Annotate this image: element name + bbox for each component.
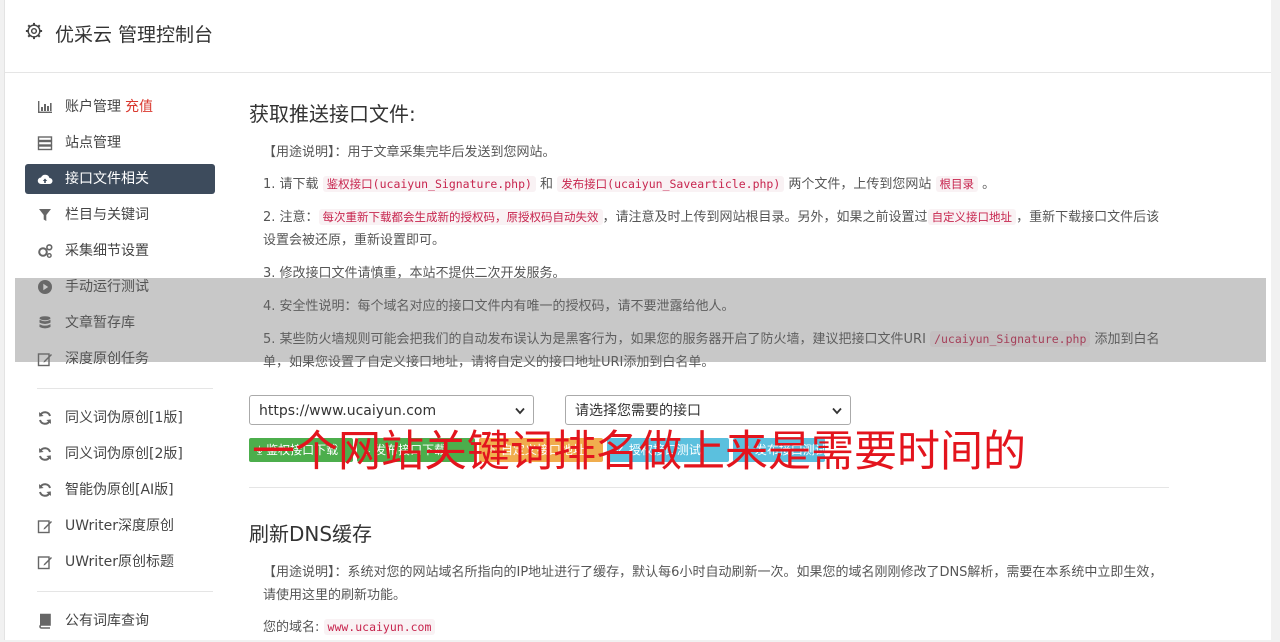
chevron-down-icon (832, 407, 842, 415)
refresh-icon (39, 447, 51, 461)
cogs-icon (38, 244, 53, 258)
sidebar-item-label: 采集细节设置 (65, 243, 149, 259)
refresh-icon (39, 411, 51, 425)
filter-icon (39, 209, 51, 221)
sidebar-item-uwriter-title[interactable]: UWriter原创标题 (25, 547, 215, 577)
instruction-1: 1. 请下载 鉴权接口(ucaiyun_Signature.php) 和 发布接… (263, 176, 996, 192)
section-title-dns: 刷新DNS缓存 (249, 522, 373, 546)
refresh-icon (39, 483, 51, 497)
root-dir-code: 根目录 (935, 176, 979, 192)
sidebar-item-label: UWriter原创标题 (65, 554, 174, 570)
edit-icon (37, 520, 52, 534)
bar-chart-icon (38, 101, 52, 113)
sidebar-item-label: 公有词库查询 (65, 613, 149, 629)
book-icon (39, 613, 51, 629)
savearticle-file-code: 发布接口(ucaiyun_Savearticle.php) (557, 176, 785, 192)
recharge-link[interactable]: 充值 (125, 99, 153, 115)
overlay-headline: 一个网站关键词排名做上来是需要时间的 (252, 427, 1026, 477)
app-title: 优采云 管理控制台 (55, 24, 214, 46)
section-divider (249, 487, 1169, 488)
custom-url-code: 自定义接口地址 (927, 209, 1017, 225)
server-icon (37, 136, 53, 151)
sidebar-item-uwriter-deep[interactable]: UWriter深度原创 (25, 511, 215, 541)
sidebar-item-label: 站点管理 (65, 135, 121, 151)
sidebar: 账户管理 充值 站点管理 接口文件相关 栏目与关键词 采集细节设置 手动运行测试 … (25, 92, 215, 642)
sidebar-item-api-files[interactable]: 接口文件相关 (25, 164, 215, 194)
signature-file-code: 鉴权接口(ucaiyun_Signature.php) (322, 176, 536, 192)
top-bar: 优采云 管理控制台 (5, 0, 1271, 73)
sidebar-divider (37, 591, 213, 592)
sidebar-item-label: 栏目与关键词 (65, 207, 149, 223)
sidebar-item-label: 账户管理 (65, 99, 121, 115)
regenerate-warning-code: 每次重新下载都会生成新的授权码，原授权码自动失效 (318, 209, 603, 225)
instruction-2: 2. 注意： 每次重新下载都会生成新的授权码，原授权码自动失效 ，请注意及时上传到网… (263, 209, 1160, 248)
sidebar-item-sites[interactable]: 站点管理 (25, 128, 215, 158)
sidebar-item-label: 同义词伪原创[1版] (65, 410, 183, 426)
sidebar-item-label: 接口文件相关 (65, 171, 149, 187)
sidebar-item-account[interactable]: 账户管理 充值 (25, 92, 215, 122)
edit-icon (37, 556, 52, 570)
chevron-down-icon (515, 407, 525, 415)
sidebar-item-collect-settings[interactable]: 采集细节设置 (25, 236, 215, 266)
overlay-band (15, 278, 1266, 362)
sidebar-item-columns-keywords[interactable]: 栏目与关键词 (25, 200, 215, 230)
sidebar-item-public-lexicon[interactable]: 公有词库查询 (25, 606, 215, 636)
sidebar-divider (37, 388, 213, 389)
sidebar-item-synonym-v1[interactable]: 同义词伪原创[1版] (25, 403, 215, 433)
section-title-api-files: 获取推送接口文件: (249, 102, 416, 126)
usage-note: 【用途说明】：用于文章采集完毕后发送到您网站。 (263, 145, 556, 160)
gear-icon (25, 22, 43, 40)
domain-value: www.ucaiyun.com (323, 619, 436, 635)
dns-section: 刷新DNS缓存 【用途说明】：系统对您的网站域名所指向的IP地址进行了缓存，默认… (249, 518, 1169, 639)
dns-usage-note: 【用途说明】：系统对您的网站域名所指向的IP地址进行了缓存，默认每6小时自动刷新… (263, 565, 1163, 603)
scrollbar[interactable] (1271, 0, 1280, 640)
cloud-upload-icon (37, 174, 53, 184)
sidebar-item-label: UWriter深度原创 (65, 518, 174, 534)
sidebar-item-synonym-v2[interactable]: 同义词伪原创[2版] (25, 439, 215, 469)
domain-label: 您的域名: (263, 620, 320, 635)
sidebar-item-label: 智能伪原创[AI版] (65, 482, 174, 498)
sidebar-item-ai-original[interactable]: 智能伪原创[AI版] (25, 475, 215, 505)
domain-row: 您的域名: www.ucaiyun.com (249, 616, 1169, 639)
sidebar-item-label: 同义词伪原创[2版] (65, 446, 183, 462)
